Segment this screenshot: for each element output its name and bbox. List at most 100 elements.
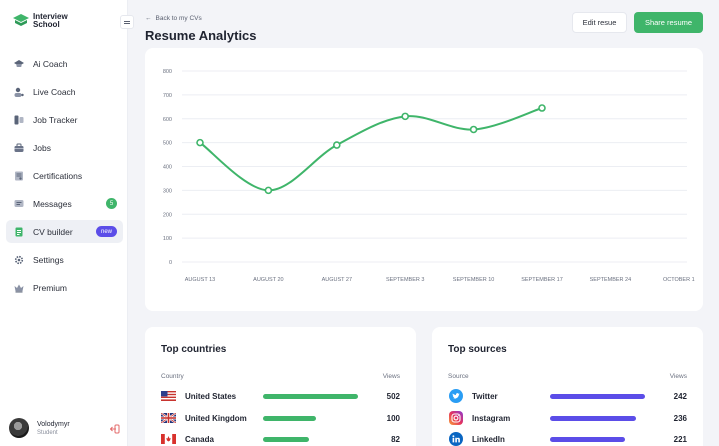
- user-profile[interactable]: Volodymyr Student: [9, 418, 70, 438]
- y-tick-label: 800: [163, 69, 172, 75]
- y-tick-label: 600: [163, 117, 172, 123]
- x-tick-label: SEPTEMBER 10: [453, 277, 495, 283]
- source-views-value: 242: [673, 391, 687, 401]
- sidebar-item-job-tracker[interactable]: Job Tracker: [6, 108, 123, 131]
- user-role: Student: [37, 429, 58, 436]
- uk-flag-icon: [161, 412, 176, 424]
- source-name: Instagram: [472, 413, 511, 423]
- top-countries-card: Top countries Country Views United State…: [145, 327, 416, 446]
- sidebar-item-ai-coach[interactable]: Ai Coach: [6, 52, 123, 75]
- top-countries-title: Top countries: [161, 344, 227, 355]
- x-tick-label: AUGUST 27: [322, 277, 352, 283]
- views-column-header: Views: [669, 373, 687, 380]
- y-tick-label: 0: [169, 260, 172, 266]
- back-link[interactable]: ← Back to my CVs: [145, 15, 202, 22]
- y-tick-label: 400: [163, 165, 172, 171]
- briefcase-icon: [14, 143, 24, 153]
- series-line: [199, 107, 543, 192]
- country-name: United States: [185, 391, 237, 401]
- source-row: LinkedIn 221: [448, 432, 687, 446]
- sidebar-item-settings[interactable]: Settings: [6, 248, 123, 271]
- logo[interactable]: Interview School: [13, 13, 81, 29]
- logout-icon[interactable]: [110, 424, 120, 434]
- user-name: Volodymyr: [37, 420, 70, 428]
- twitter-icon: [448, 389, 463, 403]
- menu-icon: [124, 20, 130, 22]
- message-icon: [14, 199, 24, 209]
- x-tick-label: OCTOBER 1: [663, 277, 695, 283]
- country-views-bar: [263, 415, 316, 421]
- sidebar: Interview School Ai Coach Live Coach Job…: [0, 0, 128, 446]
- y-tick-label: 300: [163, 188, 172, 194]
- canada-flag-icon: [161, 433, 176, 445]
- resume-views-chart-card: 0 100 200 300 400 500 600 700 800 AUGUST 13 AUGUST…: [145, 48, 703, 311]
- resume-views-chart: 0 100 200 300 400 500 600 700 800 AUGUST 13 AUGUST…: [163, 69, 695, 283]
- messages-count-badge: 5: [106, 198, 117, 209]
- back-link-label: Back to my CVs: [155, 15, 202, 22]
- x-tick-label: SEPTEMBER 3: [386, 277, 425, 283]
- certificate-icon: [14, 171, 24, 181]
- new-badge: new: [95, 226, 117, 237]
- top-sources-title: Top sources: [448, 344, 507, 355]
- source-views-bar: [550, 415, 636, 421]
- sidebar-item-cv-builder[interactable]: CV builder new: [6, 220, 123, 243]
- country-views-bar: [263, 436, 309, 442]
- logo-icon: [13, 14, 29, 26]
- tracker-icon: [14, 115, 24, 125]
- sidebar-item-live-coach[interactable]: Live Coach: [6, 80, 123, 103]
- x-tick-label: SEPTEMBER 24: [590, 277, 632, 283]
- sidebar-item-label: Settings: [33, 254, 64, 265]
- share-resume-button[interactable]: Share resume: [634, 12, 703, 33]
- country-views-value: 100: [386, 413, 400, 423]
- y-tick-label: 200: [163, 212, 172, 218]
- sidebar-item-label: Certifications: [33, 170, 83, 181]
- source-column-header: Source: [448, 373, 469, 380]
- sidebar-item-label: Job Tracker: [33, 114, 78, 125]
- sidebar-nav: Ai Coach Live Coach Job Tracker Jobs Cer…: [6, 52, 123, 304]
- country-row: United States 502: [161, 390, 400, 402]
- sidebar-item-jobs[interactable]: Jobs: [6, 136, 123, 159]
- y-tick-label: 100: [163, 236, 172, 242]
- country-name: Canada: [185, 434, 214, 444]
- data-point: [264, 186, 273, 195]
- edit-resume-button[interactable]: Edit resue: [572, 12, 627, 33]
- top-sources-card: Top sources Source Views Twitter 242 Ins…: [432, 327, 703, 446]
- x-tick-label: AUGUST 20: [253, 277, 283, 283]
- source-row: Instagram 236: [448, 411, 687, 425]
- data-point: [196, 138, 204, 147]
- page-title: Resume Analytics: [145, 28, 257, 43]
- data-point: [333, 141, 341, 149]
- source-row: Twitter 242: [448, 389, 687, 403]
- source-views-bar: [550, 436, 625, 442]
- gear-icon: [14, 255, 24, 265]
- sidebar-item-certifications[interactable]: Certifications: [6, 164, 123, 187]
- sidebar-item-label: Ai Coach: [33, 58, 68, 69]
- graduation-cap-icon: [14, 59, 24, 69]
- logo-text: Interview School: [33, 13, 81, 29]
- data-point: [538, 104, 546, 112]
- source-views-value: 221: [673, 434, 687, 444]
- sidebar-item-label: Live Coach: [33, 86, 76, 97]
- sidebar-item-messages[interactable]: Messages 5: [6, 192, 123, 215]
- source-views-bar: [550, 393, 645, 399]
- sidebar-item-label: Messages: [33, 198, 72, 209]
- country-views-value: 502: [386, 391, 400, 401]
- avatar: [9, 418, 29, 438]
- sidebar-item-label: Jobs: [33, 142, 51, 153]
- source-name: Twitter: [472, 391, 498, 401]
- collapse-sidebar-button[interactable]: [120, 15, 134, 29]
- crown-icon: [14, 283, 24, 293]
- source-name: LinkedIn: [472, 434, 505, 444]
- country-name: United Kingdom: [185, 413, 247, 423]
- country-row: Canada 82: [161, 433, 400, 445]
- source-views-value: 236: [673, 413, 687, 423]
- country-views-value: 82: [391, 434, 400, 444]
- arrow-left-icon: ←: [145, 15, 152, 22]
- linkedin-icon: [448, 432, 463, 446]
- sidebar-item-premium[interactable]: Premium: [6, 276, 123, 299]
- y-tick-label: 700: [163, 93, 172, 99]
- country-column-header: Country: [161, 373, 184, 380]
- data-point: [469, 125, 478, 134]
- y-tick-label: 500: [163, 141, 172, 147]
- instagram-icon: [448, 411, 463, 425]
